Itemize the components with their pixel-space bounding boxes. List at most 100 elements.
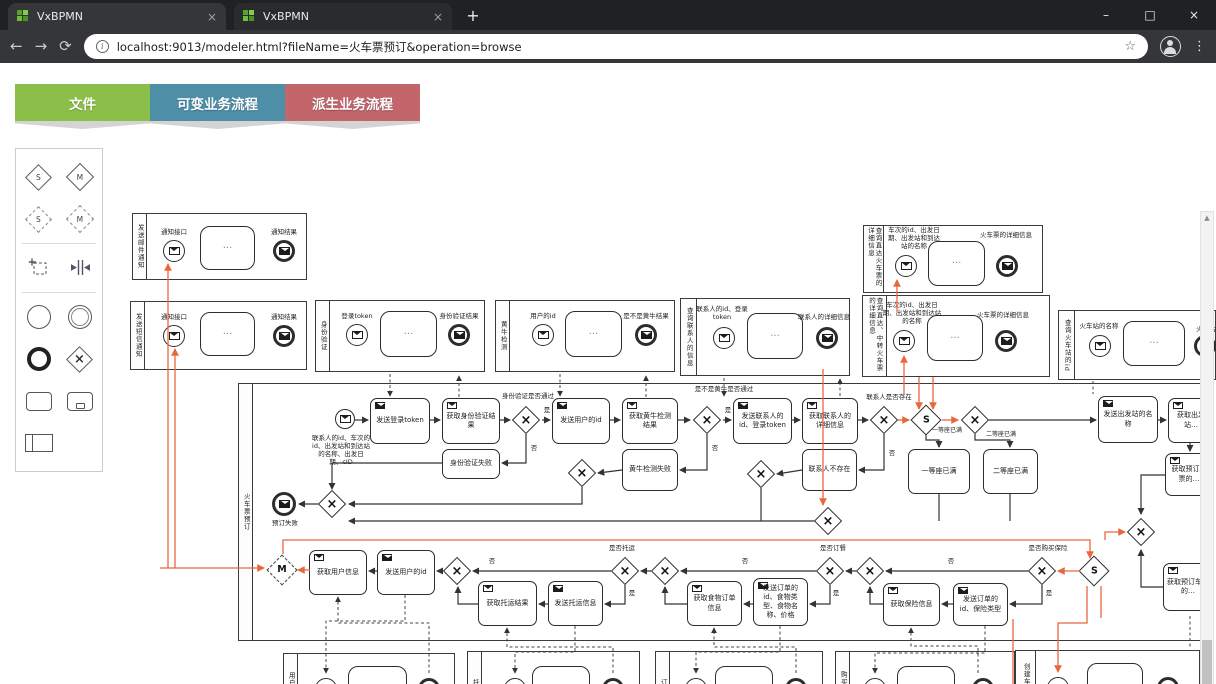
diagram-label: 联系人是否存在 [858, 393, 920, 401]
task[interactable]: 发送用户的id [552, 398, 610, 444]
start-event[interactable] [346, 324, 368, 346]
start-event[interactable] [713, 327, 735, 349]
diagram-label: 联系人的id、车次的id、出发站和到达站的名称、出发日期、cID [312, 434, 370, 467]
send-task-icon [382, 554, 392, 561]
start-event[interactable] [335, 409, 355, 429]
scroll-up-icon[interactable]: ▲ [1201, 212, 1213, 224]
message-icon [279, 500, 290, 508]
task[interactable]: 获取联系人的详细信息 [802, 398, 858, 444]
url-text[interactable]: localhost:9013/modeler.html?fileName=火车票… [117, 39, 522, 55]
task[interactable]: 黄牛检测失败 [622, 449, 678, 491]
end-event[interactable] [635, 324, 657, 346]
end-event-icon[interactable] [24, 346, 54, 372]
task[interactable]: 发送订单的id、保险类型 [953, 583, 1008, 626]
intermediate-event-icon[interactable] [65, 304, 95, 330]
pool-icon[interactable] [24, 430, 54, 456]
event-label: 身份验证结果 [419, 312, 499, 320]
task[interactable]: ··· [1123, 321, 1185, 366]
task[interactable]: 获取保险信息 [883, 583, 940, 626]
task-label: 获取保险信息 [891, 600, 933, 609]
page-info-icon[interactable]: i [96, 40, 109, 53]
diagram-label: 否 [709, 444, 721, 452]
receive-task-icon [692, 585, 702, 592]
end-event[interactable] [816, 327, 838, 349]
ribbon-tab-2[interactable]: 可变业务流程 [150, 84, 285, 121]
task[interactable]: ··· [1087, 663, 1143, 684]
exclusive-gateway-icon[interactable]: × [65, 346, 95, 372]
message-icon [169, 332, 180, 340]
tab-close-icon[interactable]: × [207, 11, 217, 23]
gateway-symbol: × [660, 565, 671, 578]
profile-avatar[interactable] [1160, 36, 1181, 57]
back-icon[interactable]: ← [10, 39, 23, 54]
start-event[interactable] [532, 324, 554, 346]
start-event[interactable] [895, 255, 917, 277]
space-tool-icon[interactable] [65, 255, 95, 281]
tab-close-icon[interactable]: × [433, 11, 443, 23]
ribbon-tab-bar: 文件可变业务流程派生业务流程 [15, 84, 420, 121]
task[interactable]: 发送联系人的id、登录token [733, 398, 792, 444]
gateway-m-icon[interactable]: M [65, 164, 95, 190]
task-icon[interactable] [24, 388, 54, 414]
event-label: 是不是黄牛结果 [606, 312, 686, 320]
vertical-scrollbar[interactable]: ▲ ▼ [1200, 211, 1214, 684]
task[interactable]: 发送用户的id [377, 550, 435, 595]
task-label: ··· [404, 328, 414, 341]
task[interactable]: ··· [348, 666, 407, 684]
menu-kebab-icon[interactable]: ⋮ [1193, 39, 1206, 54]
end-event[interactable] [995, 330, 1017, 352]
message-icon [340, 415, 351, 423]
end-event[interactable] [448, 324, 470, 346]
bookmark-star-icon[interactable]: ☆ [1124, 39, 1136, 54]
task-label: 发送用户的id [385, 568, 426, 577]
address-bar[interactable]: i localhost:9013/modeler.html?fileName=火… [84, 34, 1148, 59]
end-event[interactable] [273, 325, 295, 347]
task[interactable]: 获取食物订单信息 [687, 581, 742, 626]
start-event[interactable] [893, 330, 915, 352]
task[interactable]: 发送订单的id、食物类型、食物名称、价格 [753, 578, 808, 626]
task[interactable]: 发送托运信息 [548, 581, 603, 626]
task[interactable]: 二等座已满 [983, 449, 1038, 494]
minimize-button[interactable]: – [1084, 0, 1128, 30]
task-label: 发送订单的id、食物类型、食物名称、价格 [757, 584, 804, 620]
gateway-s-dashed-icon[interactable]: S [24, 206, 54, 232]
browser-tab-2[interactable]: VxBPMN × [234, 3, 452, 30]
pool-label-band: 发送邮件通知 [133, 214, 147, 279]
lasso-tool-icon[interactable] [24, 255, 54, 281]
task[interactable]: 联系人不存在 [802, 449, 857, 491]
task[interactable]: 发送出发站的名称 [1098, 396, 1158, 443]
task[interactable]: 获取用户信息 [309, 550, 367, 595]
start-event[interactable] [163, 240, 185, 262]
task[interactable]: ··· [897, 666, 955, 684]
ribbon-tab-3[interactable]: 派生业务流程 [285, 84, 420, 121]
task[interactable]: 获取托运结果 [478, 581, 537, 626]
task[interactable]: 发送登录token [370, 398, 430, 444]
end-event[interactable] [996, 255, 1018, 277]
subprocess-icon[interactable] [65, 388, 95, 414]
new-tab-button[interactable]: + [460, 2, 486, 28]
gateway-s-icon[interactable]: S [24, 164, 54, 190]
task[interactable]: 获取身份验证结果 [442, 398, 500, 444]
task[interactable]: 身份验证失败 [442, 449, 500, 479]
forward-icon[interactable]: → [35, 39, 48, 54]
gateway-symbol: × [702, 414, 713, 427]
gateway-symbol: × [521, 414, 532, 427]
task[interactable]: ··· [532, 666, 590, 684]
start-event-icon[interactable] [24, 304, 54, 330]
end-event[interactable] [272, 492, 296, 516]
start-event[interactable] [163, 325, 185, 347]
bpmn-canvas[interactable]: 发送邮件通知查询直达火车票的详细信息发送短信通知身份验证黄牛检测查询联系人的信息… [0, 63, 1216, 684]
start-event[interactable] [1089, 335, 1111, 357]
diagram-label: 是否购买保险 [1020, 544, 1076, 552]
task[interactable]: 一等座已满 [908, 449, 970, 494]
scrollbar-thumb[interactable] [1202, 640, 1212, 684]
task[interactable]: 获取黄牛检测结果 [622, 398, 678, 444]
reload-icon[interactable]: ⟳ [59, 39, 72, 54]
task[interactable]: ··· [715, 666, 773, 684]
ribbon-tab-1[interactable]: 文件 [15, 84, 150, 121]
browser-tab-1[interactable]: VxBPMN × [8, 3, 226, 30]
close-button[interactable]: × [1172, 0, 1216, 30]
maximize-button[interactable]: □ [1128, 0, 1172, 30]
gateway-m-dashed-icon[interactable]: M [65, 206, 95, 232]
end-event[interactable] [273, 240, 295, 262]
